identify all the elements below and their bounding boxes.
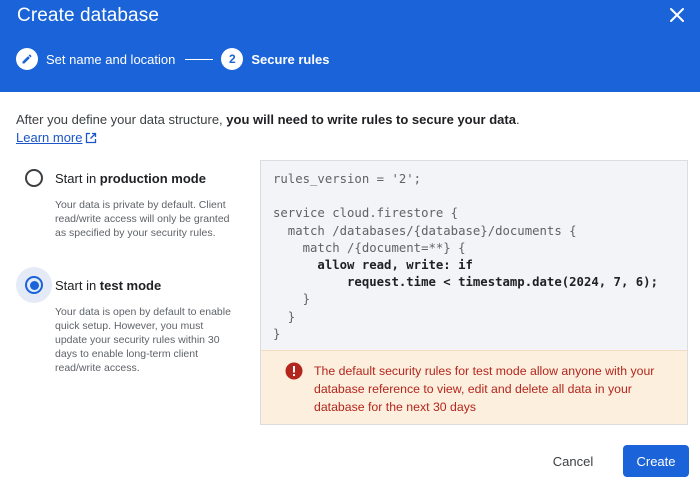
code-line-allow: allow read, write: if (273, 258, 473, 273)
step-2-indicator: 2 (221, 48, 244, 70)
production-mode-label-prefix: Start in (55, 170, 100, 186)
radio-checked-icon (25, 276, 43, 294)
production-mode-description: Your data is private by default. Client … (55, 199, 230, 239)
code-line: } (273, 292, 311, 307)
step-2-label: Secure rules (251, 51, 330, 67)
code-line-condition: request.time < timestamp.date(2024, 7, 6… (273, 275, 658, 290)
code-line: } (273, 309, 296, 324)
rules-panel: rules_version = '2'; service cloud.fires… (260, 160, 688, 425)
external-link-icon (86, 132, 97, 143)
learn-more-link[interactable]: Learn more (16, 130, 97, 145)
test-mode-label-prefix: Start in (55, 277, 100, 293)
code-line: match /{document=**} { (273, 240, 466, 255)
close-button[interactable] (664, 2, 690, 28)
test-mode-option[interactable]: Start in test mode (16, 267, 161, 303)
radio-dot (29, 280, 39, 290)
production-mode-label: Start in production mode (55, 171, 206, 186)
cancel-button[interactable]: Cancel (538, 445, 608, 477)
rules-code: rules_version = '2'; service cloud.fires… (273, 171, 658, 343)
warning-text: The default security rules for test mode… (314, 364, 655, 414)
intro-text-end: . (515, 112, 520, 127)
code-line: } (273, 326, 281, 341)
test-mode-description: Your data is open by default to enable q… (55, 306, 231, 374)
test-mode-radio[interactable] (16, 267, 52, 303)
dialog-title: Create database (17, 5, 159, 26)
error-icon (285, 362, 303, 380)
step-2-number: 2 (229, 52, 236, 66)
step-connector (185, 58, 214, 60)
warning-banner: The default security rules for test mode… (261, 350, 687, 424)
create-button[interactable]: Create (623, 445, 689, 477)
close-icon (670, 8, 684, 22)
code-line: match /databases/{database}/documents { (273, 223, 577, 238)
production-mode-radio[interactable] (16, 160, 52, 196)
intro-text-bold: you will need to write rules to secure y… (226, 112, 516, 127)
dialog-header: Create database Set name and location 2 … (0, 0, 700, 92)
step-1-indicator (16, 48, 38, 70)
production-mode-label-bold: production mode (99, 170, 206, 186)
radio-unchecked-icon (25, 169, 43, 187)
test-mode-label-bold: test mode (99, 277, 162, 293)
pencil-icon (22, 54, 32, 64)
step-1-label: Set name and location (46, 51, 176, 67)
test-mode-label: Start in test mode (55, 278, 161, 293)
production-mode-option[interactable]: Start in production mode (16, 160, 206, 196)
intro-text-start: After you define your data structure, (16, 112, 227, 127)
learn-more-label: Learn more (16, 130, 83, 145)
intro-text: After you define your data structure, yo… (16, 112, 520, 127)
code-line: service cloud.firestore { (273, 206, 459, 221)
stepper: Set name and location 2 Secure rules (16, 48, 329, 70)
code-line: rules_version = '2'; (273, 172, 422, 186)
